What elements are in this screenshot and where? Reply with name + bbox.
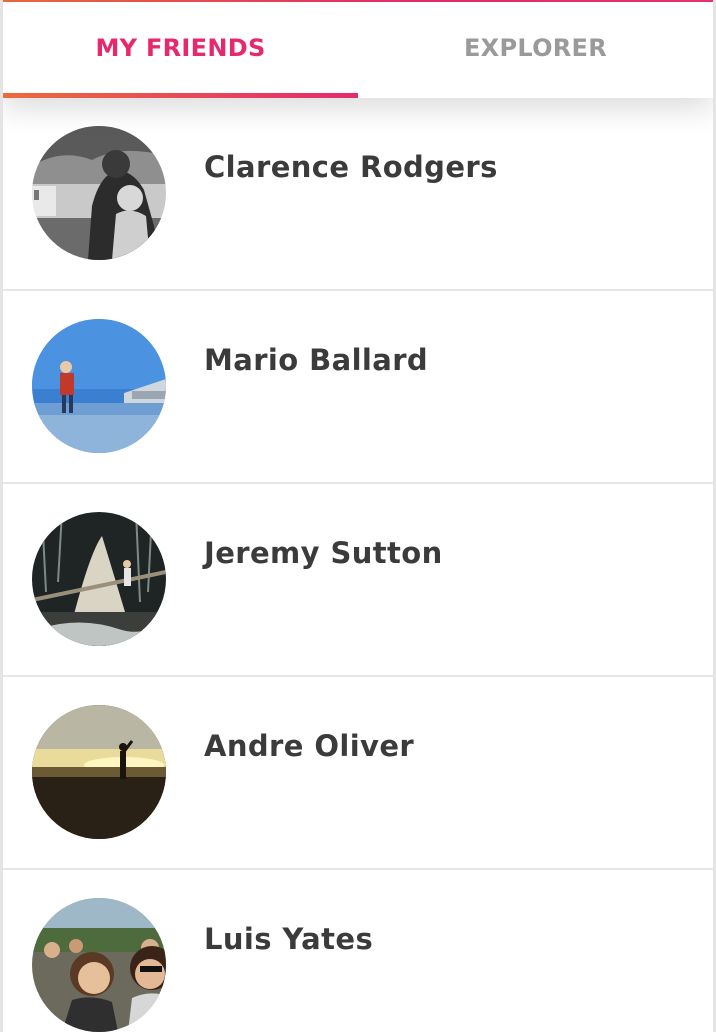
friend-list-item[interactable]: Andre Oliver — [3, 677, 713, 870]
tab-bar: MY FRIENDS EXPLORER — [3, 2, 713, 98]
avatar — [32, 319, 166, 453]
tab-explorer[interactable]: EXPLORER — [358, 2, 713, 98]
friend-name: Clarence Rodgers — [204, 150, 498, 184]
friend-list: Clarence Rodgers Mario Ballard Jeremy Su… — [3, 98, 713, 1032]
avatar-photo-luis — [32, 898, 166, 1032]
friends-screen: MY FRIENDS EXPLORER Clarence Rodgers Mar… — [0, 0, 716, 1032]
active-tab-indicator — [3, 93, 358, 98]
avatar — [32, 126, 166, 260]
tab-my-friends[interactable]: MY FRIENDS — [3, 2, 358, 98]
friend-name: Jeremy Sutton — [204, 536, 443, 570]
avatar-photo-clarence — [32, 126, 166, 260]
friend-name: Luis Yates — [204, 922, 374, 956]
friend-list-item[interactable]: Clarence Rodgers — [3, 98, 713, 291]
avatar-photo-andre — [32, 705, 166, 839]
friend-name: Andre Oliver — [204, 729, 415, 763]
avatar — [32, 705, 166, 839]
avatar-photo-mario — [32, 319, 166, 453]
friend-name: Mario Ballard — [204, 343, 429, 377]
avatar — [32, 512, 166, 646]
avatar — [32, 898, 166, 1032]
friend-list-item[interactable]: Jeremy Sutton — [3, 484, 713, 677]
friend-list-item[interactable]: Luis Yates — [3, 870, 713, 1032]
avatar-photo-jeremy — [32, 512, 166, 646]
friend-list-item[interactable]: Mario Ballard — [3, 291, 713, 484]
